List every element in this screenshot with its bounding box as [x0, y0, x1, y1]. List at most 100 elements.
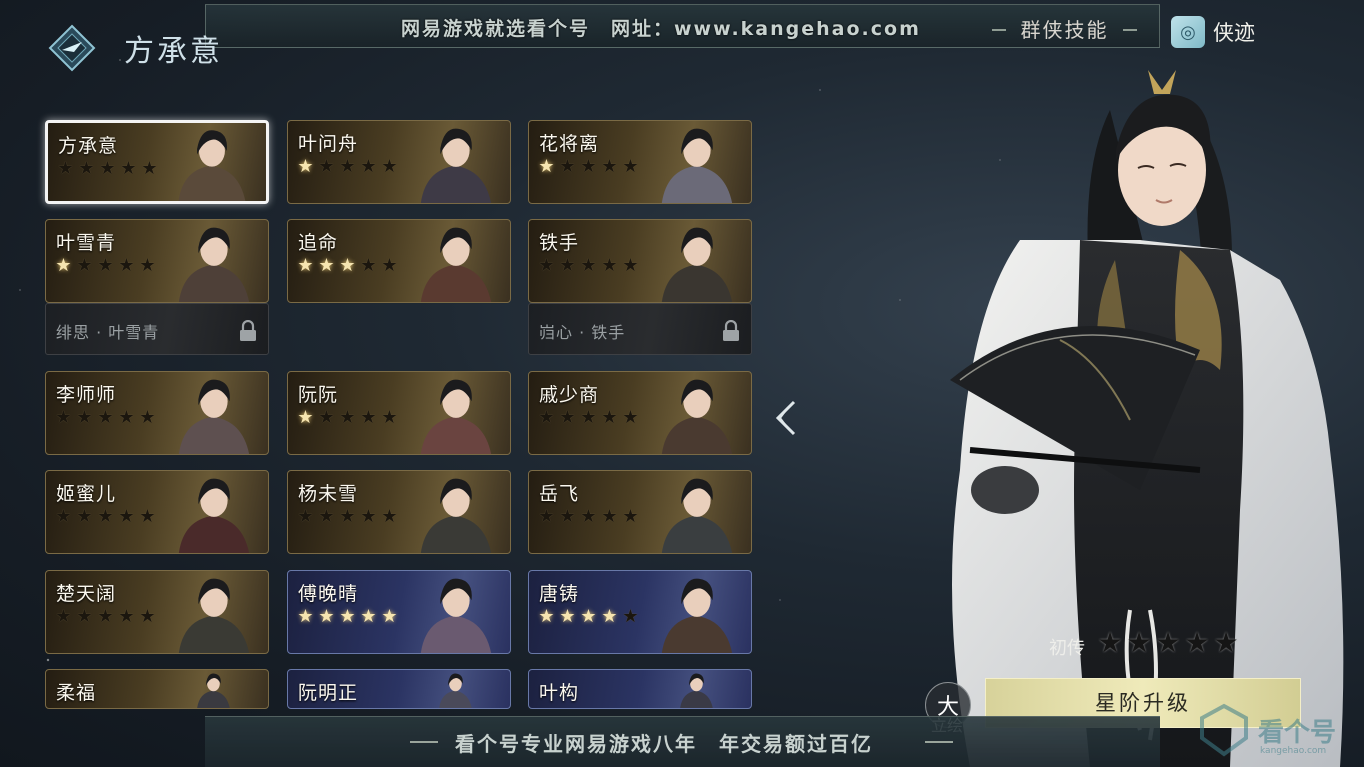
star-icon: ★ — [139, 407, 156, 428]
character-card[interactable]: 傅晚晴 ★ ★ ★ ★ ★ — [287, 570, 511, 654]
star-icon: ★ — [339, 255, 356, 276]
star-icon: ★ — [120, 158, 137, 179]
star-icon: ★ — [538, 506, 555, 527]
star-rating: ★ ★ ★ ★ ★ — [537, 408, 640, 427]
character-portrait — [661, 578, 733, 653]
star-icon: ★ — [559, 255, 576, 276]
star-icon: ★ — [622, 606, 639, 627]
star-icon: ★ — [381, 506, 398, 527]
character-portrait — [661, 128, 733, 203]
character-card[interactable]: 柔福 — [45, 669, 269, 709]
star-icon: ★ — [55, 255, 72, 276]
character-card[interactable]: 岳飞 ★ ★ ★ ★ ★ — [528, 470, 752, 554]
star-icon: ★ — [76, 506, 93, 527]
star-icon: ★ — [538, 156, 555, 177]
star-rating: ★ ★ ★ ★ ★ — [54, 256, 157, 275]
star-icon: ★ — [381, 156, 398, 177]
stage-label: 初传 — [1049, 638, 1085, 659]
star-rating: ★ ★ ★ ★ ★ — [296, 607, 399, 626]
corner-logo-text: 看个号 — [1258, 718, 1337, 748]
character-card[interactable]: 阮明正 — [287, 669, 511, 709]
star-icon: ★ — [622, 506, 639, 527]
star-icon: ★ — [118, 606, 135, 627]
star-rating: ★ ★ ★ ★ ★ — [54, 507, 157, 526]
character-grid: 方承意 ★ ★ ★ ★ ★ 叶问舟 ★ ★ ★ ★ ★ 花将离 ★ ★ ★ ★ ★ 叶雪青 ★ ★ ★ ★ ★ 追命 ★ ★ ★ ★ ★ 铁… — [0, 0, 780, 767]
character-portrait — [178, 130, 246, 201]
star-rating: ★ ★ ★ ★ ★ — [537, 256, 640, 275]
star-icon: ★ — [339, 407, 356, 428]
character-card[interactable]: 铁手 ★ ★ ★ ★ ★ — [528, 219, 752, 303]
tab-skills[interactable]: 群侠技能 — [992, 14, 1137, 46]
star-rating: ★ ★ ★ ★ ★ — [54, 408, 157, 427]
star-icon: ★ — [580, 156, 597, 177]
ornament-left — [410, 741, 438, 743]
collapse-arrow-icon[interactable] — [772, 398, 802, 438]
character-name: 楚天阔 — [56, 583, 117, 605]
character-portrait — [178, 578, 250, 653]
character-name: 柔福 — [56, 682, 97, 704]
character-name: 李师师 — [56, 384, 117, 406]
star-icon: ★ — [339, 506, 356, 527]
star-rating: ★ ★ ★ ★ ★ — [296, 256, 399, 275]
star-rating: ★ ★ ★ ★ ★ — [296, 408, 399, 427]
hero-stars: ★ ★ ★ ★ ★ — [1097, 628, 1239, 658]
character-card[interactable]: 姬蜜儿 ★ ★ ★ ★ ★ — [45, 470, 269, 554]
star-icon: ★ — [297, 407, 314, 428]
character-card[interactable]: 追命 ★ ★ ★ ★ ★ — [287, 219, 511, 303]
character-card[interactable]: 楚天阔 ★ ★ ★ ★ ★ — [45, 570, 269, 654]
lock-icon — [723, 320, 739, 341]
star-icon: ★ — [360, 606, 377, 627]
star-rating: ★ ★ ★ ★ ★ — [537, 157, 640, 176]
star-icon: ★ — [339, 606, 356, 627]
character-card[interactable]: 叶雪青 ★ ★ ★ ★ ★ — [45, 219, 269, 303]
character-name: 叶雪青 — [56, 232, 117, 254]
character-card[interactable]: 叶问舟 ★ ★ ★ ★ ★ — [287, 120, 511, 204]
character-portrait — [680, 673, 713, 708]
character-card[interactable]: 花将离 ★ ★ ★ ★ ★ — [528, 120, 752, 204]
character-portrait — [420, 128, 492, 203]
hero-star-icon: ★ — [1213, 626, 1239, 659]
star-icon: ★ — [559, 606, 576, 627]
tab-traces[interactable]: ◎ 侠迹 — [1165, 10, 1275, 54]
star-icon: ★ — [622, 255, 639, 276]
character-card[interactable]: 戚少商 ★ ★ ★ ★ ★ — [528, 371, 752, 455]
star-icon: ★ — [601, 407, 618, 428]
star-icon: ★ — [139, 506, 156, 527]
character-card[interactable]: 唐铸 ★ ★ ★ ★ ★ — [528, 570, 752, 654]
character-portrait — [178, 478, 250, 553]
star-icon: ★ — [559, 156, 576, 177]
hero-star-icon: ★ — [1155, 626, 1181, 659]
character-name: 花将离 — [539, 133, 600, 155]
star-icon: ★ — [118, 407, 135, 428]
hero-star-icon: ★ — [1184, 626, 1210, 659]
star-icon: ★ — [580, 506, 597, 527]
star-icon: ★ — [297, 255, 314, 276]
star-icon: ★ — [538, 255, 555, 276]
hero-portrait — [950, 70, 1344, 767]
character-name: 叶问舟 — [298, 133, 359, 155]
character-portrait — [420, 379, 492, 454]
promo-text: 看个号专业网易游戏八年 年交易额过百亿 — [455, 732, 873, 756]
star-icon: ★ — [601, 506, 618, 527]
star-icon: ★ — [360, 407, 377, 428]
character-portrait — [439, 673, 472, 708]
character-card[interactable]: 叶构 — [528, 669, 752, 709]
star-rating: ★ ★ ★ ★ ★ — [537, 607, 640, 626]
star-icon: ★ — [559, 506, 576, 527]
character-name: 姬蜜儿 — [56, 483, 117, 505]
character-card[interactable]: 阮阮 ★ ★ ★ ★ ★ — [287, 371, 511, 455]
character-name: 傅晚晴 — [298, 583, 359, 605]
character-portrait — [661, 227, 733, 302]
character-card[interactable]: 李师师 ★ ★ ★ ★ ★ — [45, 371, 269, 455]
star-rating: ★ ★ ★ ★ ★ — [54, 607, 157, 626]
locked-variant-card[interactable]: 绯思 · 叶雪青 — [45, 303, 269, 355]
character-card[interactable]: 方承意 ★ ★ ★ ★ ★ — [45, 120, 269, 204]
character-card[interactable]: 杨未雪 ★ ★ ★ ★ ★ — [287, 470, 511, 554]
character-name: 阮明正 — [298, 682, 359, 704]
star-icon: ★ — [538, 606, 555, 627]
locked-variant-card[interactable]: 岿心 · 铁手 — [528, 303, 752, 355]
star-icon: ★ — [55, 407, 72, 428]
character-portrait — [420, 578, 492, 653]
star-icon: ★ — [339, 156, 356, 177]
star-icon: ★ — [76, 407, 93, 428]
